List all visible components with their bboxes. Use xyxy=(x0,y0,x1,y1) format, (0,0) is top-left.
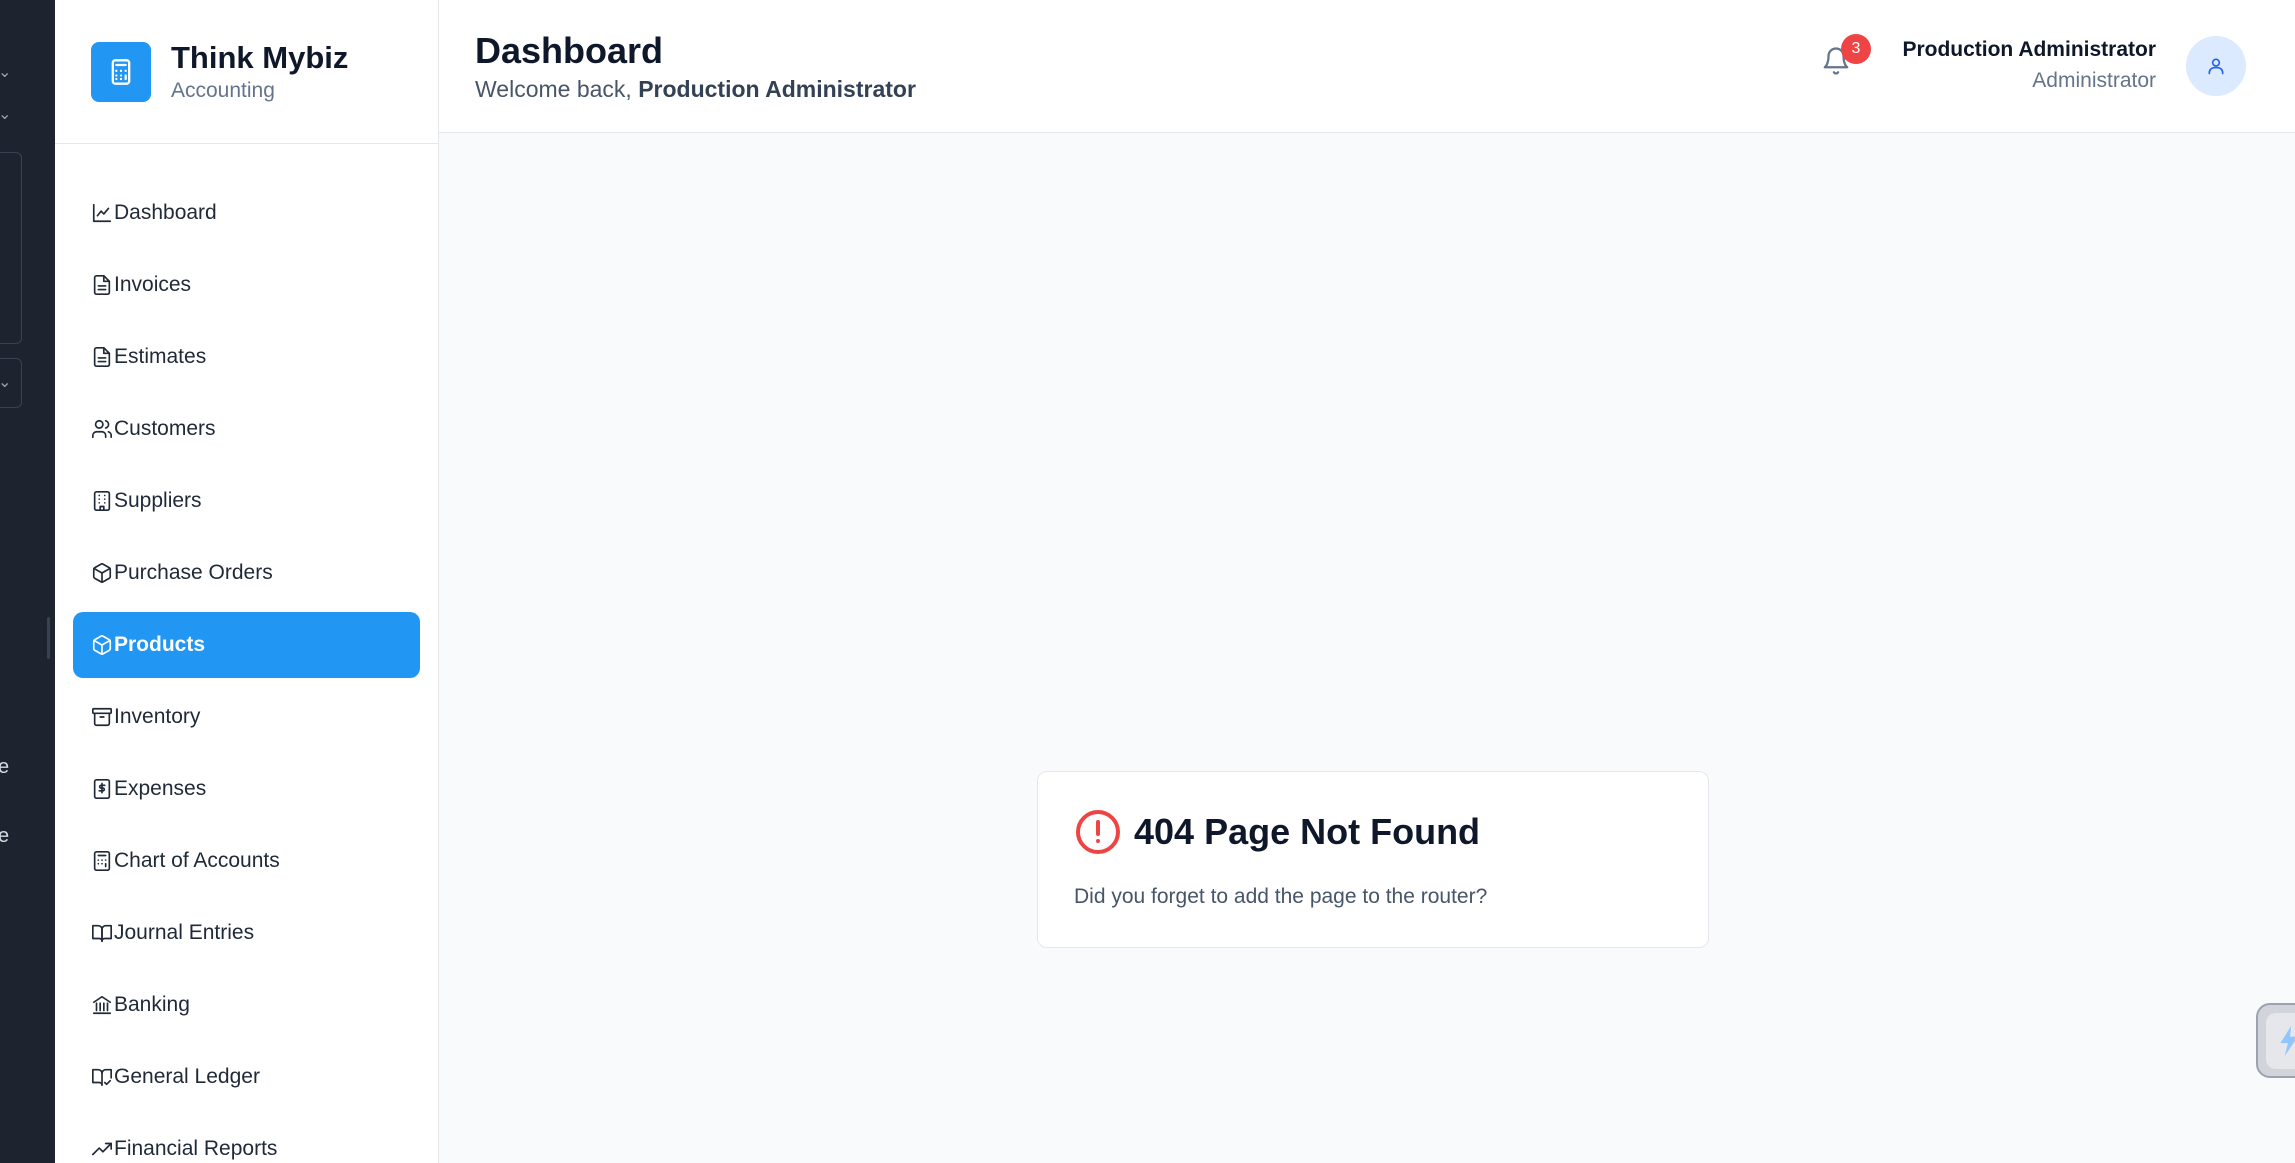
brand: Think Mybiz Accounting xyxy=(55,0,438,144)
file-text-icon xyxy=(91,274,113,296)
chevron-down-icon[interactable]: ⌄ xyxy=(0,62,11,81)
chart-line-icon xyxy=(91,202,113,224)
sidebar-item-label: Estimates xyxy=(114,345,207,368)
sidebar-item-label: Products xyxy=(114,633,206,656)
sidebar-item-label: Dashboard xyxy=(114,201,217,224)
brand-title: Think Mybiz xyxy=(171,39,349,75)
adjacent-dark-panel: ⌄ ⌄ ⌄ e e xyxy=(0,0,55,1163)
sidebar-item-financial-reports[interactable]: Financial Reports xyxy=(73,1116,420,1163)
not-found-message: Did you forget to add the page to the ro… xyxy=(1074,885,1488,908)
building-icon xyxy=(91,490,113,512)
sidebar-item-chart-of-accounts[interactable]: Chart of Accounts xyxy=(73,828,420,894)
sidebar: Think Mybiz Accounting Dashboard Invoice… xyxy=(55,0,439,1163)
sidebar-item-expenses[interactable]: Expenses xyxy=(73,756,420,822)
chevron-down-icon[interactable]: ⌄ xyxy=(0,104,11,123)
welcome-user-name: Production Administrator xyxy=(638,76,916,102)
sidebar-item-label: Purchase Orders xyxy=(114,561,273,584)
alert-circle-icon xyxy=(1076,810,1120,854)
brand-subtitle: Accounting xyxy=(171,78,275,102)
user-role: Administrator xyxy=(2032,69,2156,92)
panel-text: e xyxy=(0,825,10,847)
sidebar-item-estimates[interactable]: Estimates xyxy=(73,324,420,390)
page-title: Dashboard xyxy=(475,30,664,71)
sidebar-item-label: Inventory xyxy=(114,705,201,728)
sidebar-item-label: Invoices xyxy=(114,273,192,296)
dollar-receipt-icon xyxy=(91,778,113,800)
sidebar-item-dashboard[interactable]: Dashboard xyxy=(73,180,420,246)
sidebar-nav: Dashboard Invoices Estimates Customers S… xyxy=(55,144,438,1163)
trending-up-icon xyxy=(91,1138,113,1160)
calculator-icon xyxy=(91,850,113,872)
sidebar-item-label: Suppliers xyxy=(114,489,202,512)
not-found-card: 404 Page Not Found Did you forget to add… xyxy=(1037,771,1709,948)
book-open-icon xyxy=(91,922,113,944)
panel-text: e xyxy=(0,756,10,778)
user-avatar-button[interactable] xyxy=(2186,36,2246,96)
sidebar-item-general-ledger[interactable]: General Ledger xyxy=(73,1044,420,1110)
panel-resize-handle[interactable] xyxy=(47,617,50,659)
sidebar-item-purchase-orders[interactable]: Purchase Orders xyxy=(73,540,420,606)
sidebar-item-products[interactable]: Products xyxy=(73,612,420,678)
sidebar-item-customers[interactable]: Customers xyxy=(73,396,420,462)
user-name: Production Administrator xyxy=(1902,38,2156,61)
sidebar-item-invoices[interactable]: Invoices xyxy=(73,252,420,318)
lightning-icon xyxy=(2280,1025,2295,1057)
calculator-logo-icon xyxy=(91,41,151,102)
file-text-icon xyxy=(91,346,113,368)
user-icon xyxy=(2208,58,2224,75)
package-icon xyxy=(91,634,113,656)
sidebar-item-label: Customers xyxy=(114,417,216,440)
sidebar-item-label: Banking xyxy=(114,993,190,1016)
sidebar-item-label: Financial Reports xyxy=(114,1137,278,1160)
archive-icon xyxy=(91,706,113,728)
package-icon xyxy=(91,562,113,584)
book-check-icon xyxy=(91,1066,113,1088)
bank-icon xyxy=(91,994,113,1016)
sidebar-item-label: Expenses xyxy=(114,777,207,800)
chevron-down-icon[interactable]: ⌄ xyxy=(0,372,11,391)
users-icon xyxy=(91,418,113,440)
sidebar-item-journal-entries[interactable]: Journal Entries xyxy=(73,900,420,966)
panel-box xyxy=(0,152,22,344)
welcome-prefix: Welcome back, xyxy=(475,76,632,102)
notification-count-badge: 3 xyxy=(1841,34,1871,64)
sidebar-item-banking[interactable]: Banking xyxy=(73,972,420,1038)
not-found-title: 404 Page Not Found xyxy=(1134,811,1481,852)
sidebar-item-label: General Ledger xyxy=(114,1065,260,1088)
sidebar-item-label: Chart of Accounts xyxy=(114,849,280,872)
sidebar-item-suppliers[interactable]: Suppliers xyxy=(73,468,420,534)
welcome-message: Welcome back, Production Administrator xyxy=(475,76,916,103)
sidebar-item-label: Journal Entries xyxy=(114,921,255,944)
floating-widget-button[interactable] xyxy=(2256,1003,2295,1078)
sidebar-item-inventory[interactable]: Inventory xyxy=(73,684,420,750)
top-header: Dashboard Welcome back, Production Admin… xyxy=(439,0,2295,133)
